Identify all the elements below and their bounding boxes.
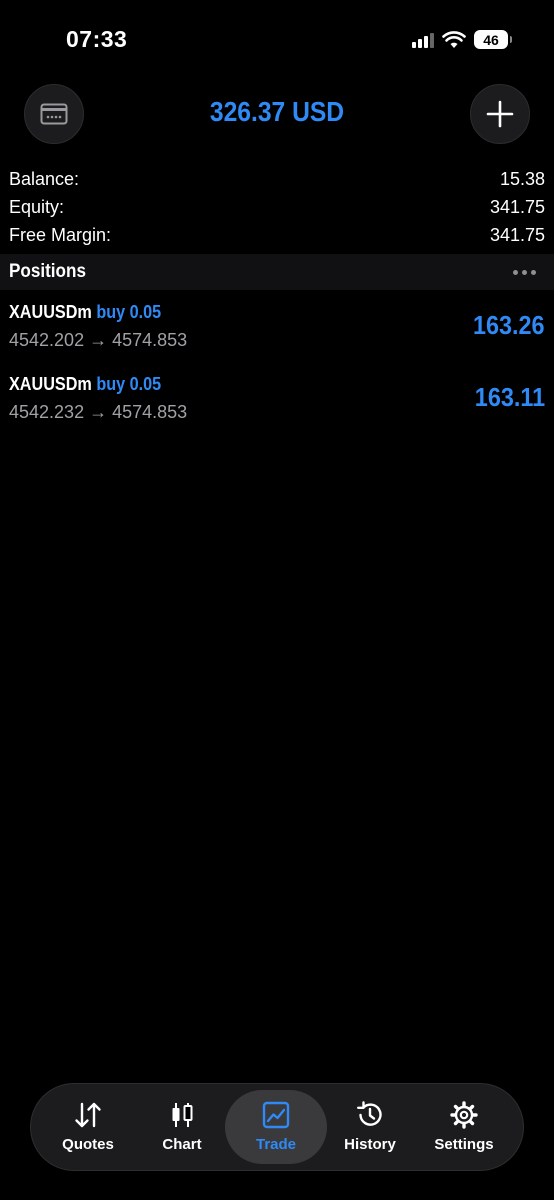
equity-label: Equity: xyxy=(9,196,65,217)
position-side: buy 0.05 xyxy=(96,302,162,322)
free-margin-value: 341.75 xyxy=(489,224,545,245)
candlestick-icon xyxy=(165,1098,199,1132)
more-icon[interactable] xyxy=(513,269,536,275)
balance-value: 15.38 xyxy=(499,168,545,189)
position-prices: 4542.202 → 4574.853 xyxy=(9,330,187,351)
balance-label: Balance: xyxy=(9,168,80,189)
position-symbol: XAUUSDm xyxy=(9,374,92,394)
free-margin-row: Free Margin: 341.75 xyxy=(9,221,545,249)
gear-icon xyxy=(447,1098,481,1132)
position-open-price: 4542.232 xyxy=(9,402,85,422)
positions-section-header: Positions xyxy=(0,254,554,290)
position-row[interactable]: XAUUSDm buy 0.05 4542.232 → 4574.853 163… xyxy=(0,368,554,440)
arrow-right-icon: → xyxy=(89,330,108,350)
position-current-price: 4574.853 xyxy=(112,402,188,422)
position-prices: 4542.232 → 4574.853 xyxy=(9,402,187,423)
tab-settings-label: Settings xyxy=(434,1136,494,1153)
tab-trade-label: Trade xyxy=(255,1136,297,1153)
tab-quotes-label: Quotes xyxy=(62,1136,114,1153)
status-icons: 46 xyxy=(412,30,512,49)
sort-arrows-icon xyxy=(71,1098,105,1132)
positions-title: Positions xyxy=(9,261,86,282)
free-margin-label: Free Margin: xyxy=(9,224,112,245)
bottom-tab-bar: Quotes Chart Trade History Settings xyxy=(30,1083,524,1171)
position-profit: 163.26 xyxy=(473,310,545,340)
equity-row: Equity: 341.75 xyxy=(9,193,545,221)
position-symbol: XAUUSDm xyxy=(9,302,92,322)
battery-icon: 46 xyxy=(474,30,512,49)
battery-level: 46 xyxy=(483,31,499,48)
tab-history-label: History xyxy=(344,1136,396,1153)
position-open-price: 4542.202 xyxy=(9,330,85,350)
position-title: XAUUSDm buy 0.05 xyxy=(9,302,161,323)
plus-icon xyxy=(486,100,514,128)
signal-icon xyxy=(412,32,434,48)
tab-trade[interactable]: Trade xyxy=(225,1090,327,1164)
position-profit: 163.11 xyxy=(474,382,545,412)
tab-chart-label: Chart xyxy=(162,1136,202,1153)
account-summary: Balance: 15.38 Equity: 341.75 Free Margi… xyxy=(9,165,545,249)
positions-list: XAUUSDm buy 0.05 4542.202 → 4574.853 163… xyxy=(0,296,554,440)
equity-value: 341.75 xyxy=(489,196,545,217)
arrow-right-icon: → xyxy=(89,402,108,422)
tab-chart[interactable]: Chart xyxy=(135,1090,229,1164)
tab-settings[interactable]: Settings xyxy=(417,1090,511,1164)
trend-chart-icon xyxy=(259,1098,293,1132)
header: 326.37 USD xyxy=(0,84,554,144)
position-current-price: 4574.853 xyxy=(112,330,188,350)
wifi-icon xyxy=(442,30,466,48)
position-title: XAUUSDm buy 0.05 xyxy=(9,374,161,395)
history-icon xyxy=(353,1098,387,1132)
status-time: 07:33 xyxy=(66,26,128,52)
position-side: buy 0.05 xyxy=(96,374,162,394)
account-equity-title: 326.37 USD xyxy=(209,96,345,127)
status-bar: 07:33 46 xyxy=(0,0,554,80)
new-order-button[interactable] xyxy=(470,84,530,144)
tab-history[interactable]: History xyxy=(323,1090,417,1164)
position-row[interactable]: XAUUSDm buy 0.05 4542.202 → 4574.853 163… xyxy=(0,296,554,368)
tab-quotes[interactable]: Quotes xyxy=(41,1090,135,1164)
balance-row: Balance: 15.38 xyxy=(9,165,545,193)
